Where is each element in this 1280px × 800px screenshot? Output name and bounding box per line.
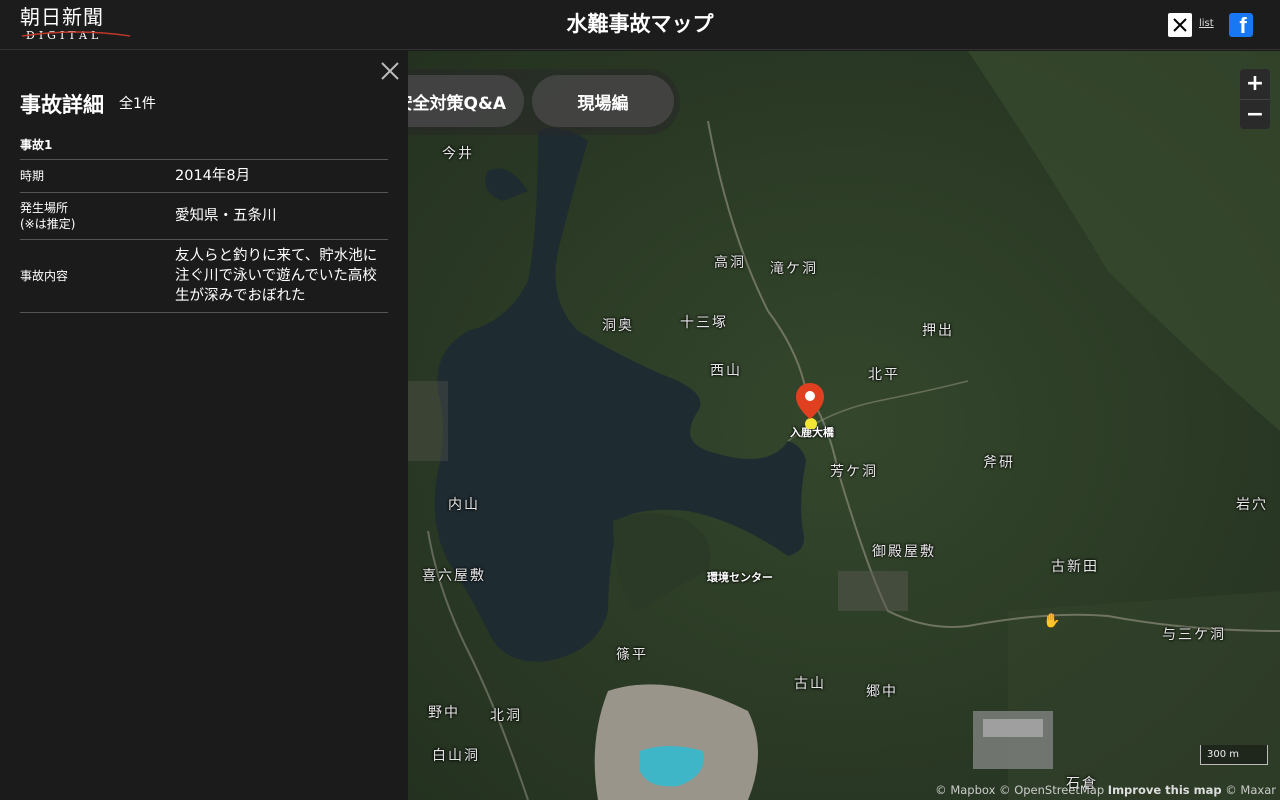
accident-marker-icon[interactable] (794, 381, 826, 429)
page-title: 水難事故マップ (566, 12, 714, 36)
detail-row: 時期 2014年8月 (20, 159, 388, 192)
place-label: 内山 (448, 497, 480, 513)
detail-row: 発生場所 (※は推定) 愛知県・五条川 (20, 192, 388, 239)
map-view[interactable]: 安全対策Q&A 現場編 + − 今井 高洞 滝ケ洞 洞奥 十三塚 押出 西山 北… (408, 51, 1280, 800)
detail-key: 事故内容 (20, 269, 69, 283)
hand-cursor-icon: ✋ (1043, 613, 1061, 629)
place-label: 十三塚 (680, 315, 728, 331)
osm-attribution[interactable]: © OpenStreetMap (999, 783, 1104, 797)
accident-heading: 事故1 (20, 138, 53, 152)
place-label: 洞奥 (602, 318, 634, 334)
place-label: 斧研 (983, 455, 1015, 471)
satellite-imagery (408, 51, 1280, 800)
detail-value: 愛知県・五条川 (175, 208, 277, 224)
close-icon[interactable] (378, 59, 402, 83)
facebook-icon[interactable]: f (1229, 13, 1253, 37)
panel-title: 事故詳細 (20, 93, 104, 117)
zoom-in-button[interactable]: + (1240, 69, 1270, 99)
detail-value: 友人らと釣りに来て、貯水池に注ぐ川で泳いで遊んでいた高校生が深みでおぼれた (175, 248, 378, 304)
place-label: 郷中 (866, 684, 898, 700)
zoom-control: + − (1240, 69, 1270, 129)
place-label: 芳ケ洞 (830, 464, 878, 480)
maxar-attribution[interactable]: © Maxar (1225, 783, 1276, 797)
place-label: 御殿屋敷 (872, 544, 936, 560)
safety-qa-chip[interactable]: 安全対策Q&A (408, 75, 524, 127)
place-label: 喜六屋敷 (422, 568, 486, 584)
map-attribution: © Mapbox © OpenStreetMap Improve this ma… (935, 783, 1276, 797)
accident-detail-panel: 事故詳細 全1件 事故1 時期 2014年8月 発生場所 (※は推定) 愛知県・… (0, 51, 408, 800)
header: 朝日新聞 DIGITAL 水難事故マップ list f (0, 0, 1280, 50)
mapbox-attribution[interactable]: © Mapbox (935, 783, 995, 797)
place-label: 岩穴 (1236, 497, 1268, 513)
scale-bar: 300 m (1200, 745, 1268, 765)
place-label: 野中 (428, 705, 460, 721)
accident-detail-table: 時期 2014年8月 発生場所 (※は推定) 愛知県・五条川 事故内容 友人らと… (20, 159, 388, 313)
place-label: 北平 (868, 367, 900, 383)
detail-value: 2014年8月 (175, 168, 251, 184)
place-label: 西山 (710, 363, 742, 379)
place-label: 押出 (922, 323, 954, 339)
improve-map-link[interactable]: Improve this map (1108, 783, 1222, 797)
place-label: 滝ケ洞 (770, 261, 818, 277)
zoom-out-button[interactable]: − (1240, 99, 1270, 129)
site-guide-chip[interactable]: 現場編 (532, 75, 674, 127)
place-label: 白山洞 (432, 748, 480, 764)
detail-key: 時期 (20, 169, 45, 183)
place-label: 古山 (794, 676, 826, 692)
place-label: 今井 (442, 146, 474, 162)
x-icon[interactable] (1168, 13, 1192, 37)
poi-label: 環境センター (707, 571, 773, 584)
accident-count: 全1件 (119, 96, 156, 112)
detail-key: 発生場所 (※は推定) (20, 201, 76, 231)
detail-row: 事故内容 友人らと釣りに来て、貯水池に注ぐ川で泳いで遊んでいた高校生が深みでおぼ… (20, 239, 388, 313)
place-label: 篠平 (616, 647, 648, 663)
list-link[interactable]: list (1199, 18, 1214, 29)
place-label: 古新田 (1051, 559, 1099, 575)
place-label: 北洞 (490, 708, 522, 724)
place-label: 与三ケ洞 (1162, 627, 1226, 643)
place-label: 高洞 (714, 255, 746, 271)
